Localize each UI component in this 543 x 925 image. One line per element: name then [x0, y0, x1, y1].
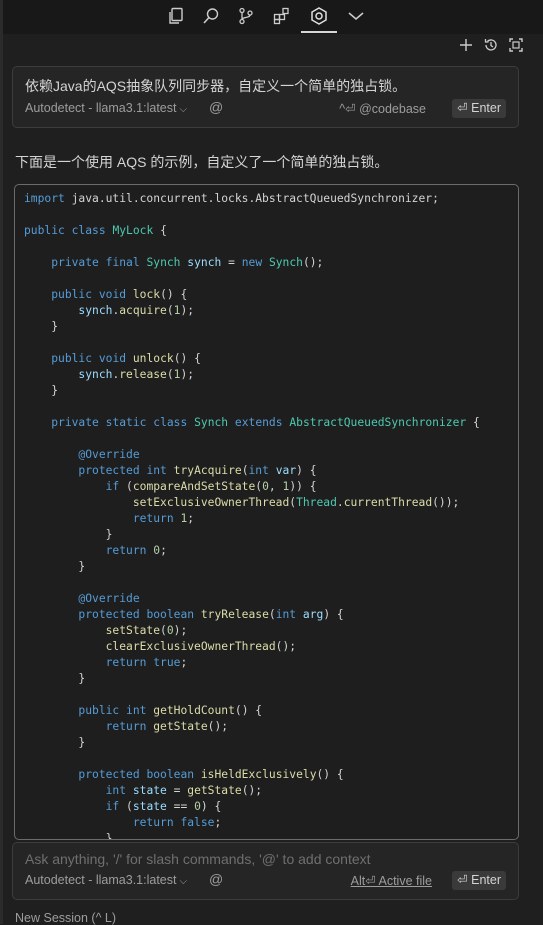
code-line: } — [24, 832, 113, 840]
code-line: ​ — [24, 207, 480, 223]
code-line: } — [24, 528, 113, 541]
mention-button[interactable]: @ — [209, 871, 223, 887]
code-line: return false; — [132, 816, 222, 829]
code-line: ​ — [24, 239, 480, 255]
chat-input-placeholder[interactable]: Ask anything, '/' for slash commands, '@… — [25, 851, 371, 867]
code-line: ​ — [24, 575, 480, 591]
model-label: Autodetect - llama3.1:latest — [25, 873, 177, 887]
chevron-down-icon: ⌵ — [179, 104, 188, 115]
code-line: ​ — [24, 687, 480, 703]
code-line: private final Synch synch = new Synch(); — [51, 256, 324, 269]
model-selector[interactable]: Autodetect - llama3.1:latest ⌵ — [25, 101, 187, 115]
enter-button[interactable]: ⏎ Enter — [452, 871, 506, 890]
code-line: protected boolean isHeldExclusively() { — [78, 768, 344, 781]
code-line: protected int tryAcquire(int var) { — [78, 464, 317, 477]
top-toolbar — [3, 0, 543, 34]
plus-icon[interactable] — [458, 37, 474, 53]
user-message-text: 依赖Java的AQS抽象队列同步器，自定义一个简单的独占锁。 — [25, 78, 407, 94]
code-line: } — [24, 384, 59, 397]
code-line: @Override — [78, 448, 140, 461]
code-line: public int getHoldCount() { — [78, 704, 263, 717]
extensions-icon[interactable] — [273, 7, 291, 25]
active-file-hint[interactable]: Alt⏎ Active file — [351, 873, 432, 888]
chevron-down-icon[interactable] — [347, 9, 365, 23]
code-line: public class MyLock { — [24, 224, 167, 237]
code-lines: import java.util.concurrent.locks.Abstra… — [24, 191, 480, 840]
copy-icon[interactable] — [167, 7, 185, 25]
search-icon[interactable] — [202, 7, 220, 25]
fullscreen-icon[interactable] — [508, 37, 524, 53]
code-line: if (state == 0) { — [105, 800, 222, 813]
answer-intro: 下面是一个使用 AQS 的示例，自定义了一个简单的独占锁。 — [15, 154, 389, 170]
code-line: return 1; — [132, 512, 195, 525]
model-selector[interactable]: Autodetect - llama3.1:latest ⌵ — [25, 873, 187, 887]
source-control-icon[interactable] — [237, 7, 255, 25]
new-session-link[interactable]: New Session (^ L) — [15, 911, 116, 925]
enter-button[interactable]: ⏎ Enter — [452, 99, 506, 118]
code-block[interactable]: import java.util.concurrent.locks.Abstra… — [14, 184, 519, 840]
code-line: setExclusiveOwnerThread(Thread.currentTh… — [132, 496, 460, 509]
code-line: } — [24, 320, 59, 333]
code-line: if (compareAndSetState(0, 1)) { — [105, 480, 317, 493]
code-line: clearExclusiveOwnerThread(); — [105, 640, 297, 653]
code-line: private static class Synch extends Abstr… — [51, 416, 480, 429]
panel-actions — [3, 34, 543, 58]
code-line: ​ — [24, 335, 480, 351]
chat-input-meta: Autodetect - llama3.1:latest ⌵ @ Alt⏎ Act… — [25, 871, 506, 891]
code-line: return getState(); — [105, 720, 229, 733]
code-line: return true; — [105, 656, 188, 669]
left-edge — [0, 0, 3, 924]
user-message[interactable]: 依赖Java的AQS抽象队列同步器，自定义一个简单的独占锁。 Autodetec… — [12, 66, 519, 128]
active-tab-indicator — [301, 31, 337, 33]
code-line: } — [24, 672, 86, 685]
user-message-meta: Autodetect - llama3.1:latest ⌵ @ ^⏎ @code… — [25, 99, 506, 119]
code-line: } — [24, 560, 86, 573]
code-line: ​ — [24, 751, 480, 767]
codebase-hint[interactable]: ^⏎ @codebase — [339, 101, 426, 116]
code-line: public void lock() { — [51, 288, 188, 301]
continue-icon[interactable] — [309, 6, 329, 26]
code-line: ​ — [24, 431, 480, 447]
code-line: @Override — [78, 592, 140, 605]
history-icon[interactable] — [483, 37, 499, 53]
code-line: int state = getState(); — [105, 784, 263, 797]
code-line: synch.acquire(1); — [78, 304, 195, 317]
code-line: protected boolean tryRelease(int arg) { — [78, 608, 344, 621]
code-line: public void unlock() { — [51, 352, 201, 365]
code-line: return 0; — [105, 544, 167, 557]
mention-button[interactable]: @ — [209, 99, 223, 115]
model-label: Autodetect - llama3.1:latest — [25, 101, 177, 115]
code-line: ​ — [24, 271, 480, 287]
code-line: synch.release(1); — [78, 368, 195, 381]
code-line: } — [24, 736, 86, 749]
code-line: ​ — [24, 399, 480, 415]
code-line: setState(0); — [105, 624, 188, 637]
code-line: import java.util.concurrent.locks.Abstra… — [24, 192, 439, 205]
chat-input[interactable]: Ask anything, '/' for slash commands, '@… — [12, 842, 519, 900]
chevron-down-icon: ⌵ — [179, 876, 188, 887]
